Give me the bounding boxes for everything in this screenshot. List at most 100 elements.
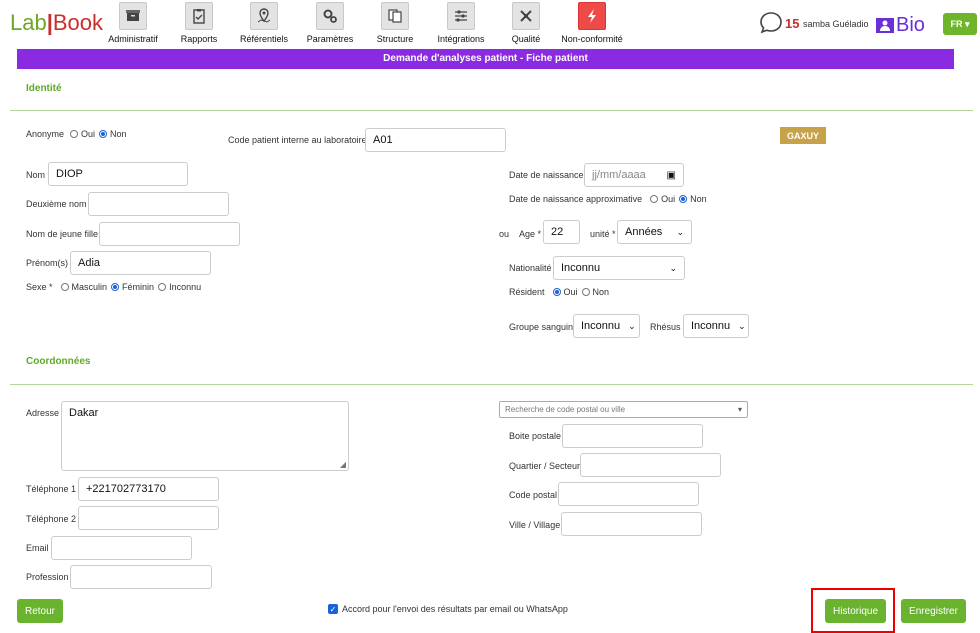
ou-label: ou bbox=[499, 229, 510, 239]
bio-logo: Bio bbox=[876, 14, 925, 37]
sexe-masculin-radio[interactable]: Masculin bbox=[60, 282, 107, 292]
user-name[interactable]: samba Guéladio bbox=[803, 19, 869, 29]
section-coordonnees-title: Coordonnées bbox=[26, 356, 91, 367]
code-patient-input[interactable]: A01 bbox=[365, 128, 506, 152]
profession-input[interactable] bbox=[70, 565, 212, 589]
bio-text: Bio bbox=[896, 14, 925, 36]
chevron-down-icon: ⌄ bbox=[738, 320, 746, 331]
nom-input[interactable]: DIOP bbox=[48, 162, 188, 186]
sliders-icon bbox=[447, 2, 475, 30]
date-naissance-input[interactable]: jj/mm/aaaa ▣ bbox=[584, 163, 684, 187]
page-title: Demande d'analyses patient - Fiche patie… bbox=[17, 49, 954, 69]
boite-postale-input[interactable] bbox=[562, 424, 703, 448]
date-approx-radio-group: Date de naissance approximative Oui Non bbox=[509, 194, 711, 204]
postal-search-placeholder: Recherche de code postal ou ville bbox=[505, 405, 626, 414]
retour-button[interactable]: Retour bbox=[17, 599, 63, 623]
deuxieme-nom-input[interactable] bbox=[88, 192, 229, 216]
anonyme-radio-group: Anonyme Oui Non bbox=[26, 129, 131, 139]
resident-oui-radio[interactable]: Oui bbox=[552, 287, 578, 297]
language-label: FR bbox=[950, 19, 963, 29]
chat-bubble-icon[interactable] bbox=[758, 10, 784, 38]
resident-non-radio[interactable]: Non bbox=[581, 287, 609, 297]
rhesus-select[interactable]: Inconnu ⌄ bbox=[683, 314, 749, 338]
anonyme-oui-radio[interactable]: Oui bbox=[70, 129, 95, 139]
quartier-label: Quartier / Secteur bbox=[509, 461, 581, 471]
unite-label: unité * bbox=[590, 229, 616, 239]
groupe-sanguin-label: Groupe sanguin bbox=[509, 322, 574, 332]
documents-icon bbox=[381, 2, 409, 30]
user-icon bbox=[876, 18, 894, 33]
resize-handle-icon[interactable]: ◢ bbox=[340, 460, 346, 469]
consent-checkbox[interactable]: ✓ bbox=[328, 604, 338, 614]
prenom-label: Prénom(s) bbox=[26, 258, 69, 268]
age-input[interactable]: 22 bbox=[543, 220, 580, 244]
groupe-sanguin-select[interactable]: Inconnu ⌄ bbox=[573, 314, 640, 338]
age-label: Age * bbox=[519, 229, 542, 239]
map-pin-icon bbox=[250, 2, 278, 30]
date-approx-oui-radio[interactable]: Oui bbox=[650, 194, 675, 204]
quartier-input[interactable] bbox=[580, 453, 721, 477]
sexe-feminin-radio[interactable]: Féminin bbox=[111, 282, 154, 292]
chevron-down-icon: ⌄ bbox=[676, 226, 684, 237]
caret-down-icon: ▾ bbox=[737, 405, 742, 414]
clipboard-check-icon bbox=[185, 2, 213, 30]
date-approx-non-radio[interactable]: Non bbox=[679, 194, 707, 204]
adresse-value: Dakar bbox=[69, 407, 99, 419]
anonyme-non-radio[interactable]: Non bbox=[99, 129, 127, 139]
nom-label: Nom bbox=[26, 170, 46, 180]
enregistrer-button[interactable]: Enregistrer bbox=[901, 599, 966, 623]
divider bbox=[10, 110, 973, 111]
code-patient-label: Code patient interne au laboratoire bbox=[228, 135, 367, 145]
bolt-icon bbox=[578, 2, 606, 30]
date-approx-label: Date de naissance approximative bbox=[509, 194, 643, 204]
resident-radio-group: Résident Oui Non bbox=[509, 287, 613, 297]
chevron-down-icon: ⌄ bbox=[628, 320, 636, 331]
top-navbar: Lab|Book Administratif Rapports Référent… bbox=[0, 0, 980, 48]
adresse-label: Adresse bbox=[26, 408, 60, 418]
calendar-icon[interactable]: ▣ bbox=[667, 170, 676, 181]
historique-button[interactable]: Historique bbox=[825, 599, 886, 623]
date-naissance-label: Date de naissance bbox=[509, 170, 584, 180]
anonyme-label: Anonyme bbox=[26, 129, 65, 139]
section-identite-title: Identité bbox=[26, 83, 62, 94]
archive-icon bbox=[119, 2, 147, 30]
labbook-logo[interactable]: Lab|Book bbox=[10, 10, 103, 36]
telephone1-label: Téléphone 1 bbox=[26, 484, 77, 494]
date-placeholder: jj/mm/aaaa bbox=[592, 169, 646, 181]
nav-non-conformite[interactable]: Non-conformité bbox=[552, 2, 632, 44]
ville-input[interactable] bbox=[561, 512, 702, 536]
nom-jeune-fille-input[interactable] bbox=[99, 222, 240, 246]
telephone1-input[interactable]: +221702773170 bbox=[78, 477, 219, 501]
language-dropdown[interactable]: FR ▾ bbox=[943, 13, 977, 35]
sexe-label: Sexe * bbox=[26, 282, 53, 292]
telephone2-input[interactable] bbox=[78, 506, 219, 530]
ville-label: Ville / Village bbox=[509, 520, 561, 530]
boite-postale-label: Boite postale bbox=[509, 431, 562, 441]
unite-select[interactable]: Années ⌄ bbox=[617, 220, 692, 244]
consent-checkbox-row: ✓ Accord pour l'envoi des résultats par … bbox=[328, 604, 568, 614]
telephone2-label: Téléphone 2 bbox=[26, 514, 77, 524]
tools-icon bbox=[512, 2, 540, 30]
postal-code-search-select[interactable]: Recherche de code postal ou ville ▾ bbox=[499, 401, 748, 418]
code-postal-label: Code postal bbox=[509, 490, 558, 500]
code-postal-input[interactable] bbox=[558, 482, 699, 506]
caret-down-icon: ▾ bbox=[964, 18, 970, 29]
divider bbox=[10, 384, 973, 385]
adresse-textarea[interactable]: Dakar ◢ bbox=[61, 401, 349, 471]
rhesus-label: Rhésus bbox=[650, 322, 681, 332]
sexe-radio-group: Sexe * Masculin Féminin Inconnu bbox=[26, 282, 205, 292]
nationalite-label: Nationalité bbox=[509, 263, 552, 273]
patient-code-badge: GAXUY bbox=[780, 127, 826, 144]
profession-label: Profession bbox=[26, 572, 69, 582]
chevron-down-icon: ⌄ bbox=[669, 262, 677, 273]
prenom-input[interactable]: Adia bbox=[70, 251, 211, 275]
gears-icon bbox=[316, 2, 344, 30]
email-input[interactable] bbox=[51, 536, 192, 560]
sexe-inconnu-radio[interactable]: Inconnu bbox=[158, 282, 201, 292]
nationalite-select[interactable]: Inconnu ⌄ bbox=[553, 256, 685, 280]
notification-count: 15 bbox=[785, 16, 800, 31]
nav-label: Non-conformité bbox=[561, 34, 623, 44]
deuxieme-nom-label: Deuxième nom bbox=[26, 199, 87, 209]
consent-label: Accord pour l'envoi des résultats par em… bbox=[342, 604, 568, 614]
email-label: Email bbox=[26, 543, 49, 553]
